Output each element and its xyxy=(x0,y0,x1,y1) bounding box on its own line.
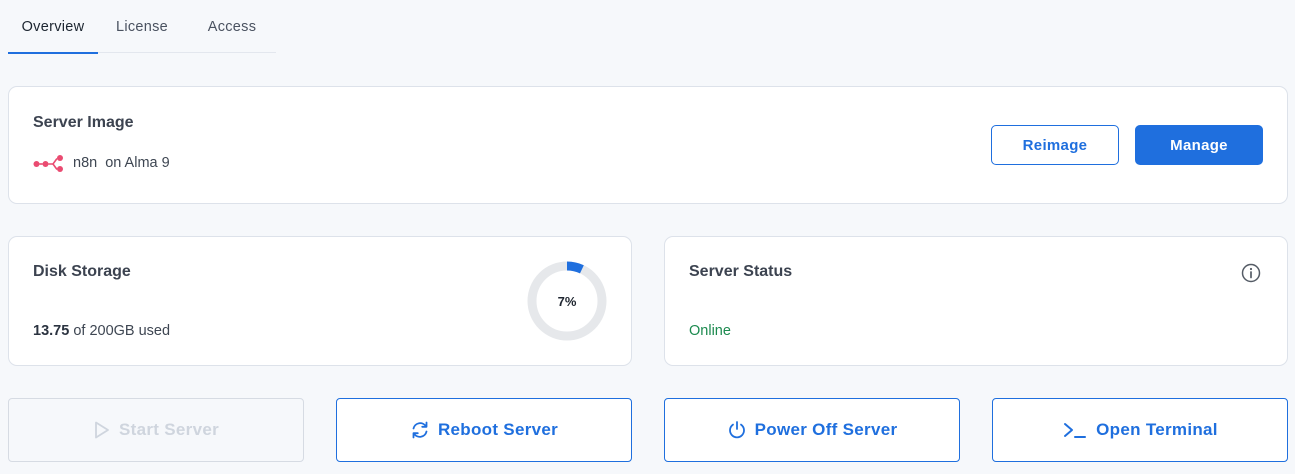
disk-usage-text: 13.75 of 200GB used xyxy=(33,323,170,339)
play-icon xyxy=(95,421,109,439)
disk-storage-title: Disk Storage xyxy=(33,263,131,280)
server-status-title: Server Status xyxy=(689,263,793,280)
power-off-server-label: Power Off Server xyxy=(754,420,898,439)
server-status-value: Online xyxy=(689,323,731,339)
tab-overview[interactable]: Overview xyxy=(8,0,98,54)
open-terminal-button[interactable]: Open Terminal xyxy=(992,398,1288,462)
reboot-server-label: Reboot Server xyxy=(437,420,559,439)
reboot-server-button[interactable]: Reboot Server xyxy=(336,398,632,462)
tab-access[interactable]: Access xyxy=(196,0,268,53)
server-image-title: Server Image xyxy=(33,114,134,131)
tab-license[interactable]: License xyxy=(106,0,178,53)
reimage-button[interactable]: Reimage xyxy=(991,125,1119,165)
info-icon[interactable] xyxy=(1241,263,1261,283)
server-image-card: Server Image n8n on Alma 9 Reimage Manag… xyxy=(8,86,1288,204)
disk-percent-label: 7% xyxy=(558,294,577,309)
power-off-server-button[interactable]: Power Off Server xyxy=(664,398,960,462)
disk-storage-card: Disk Storage 13.75 of 200GB used 7% xyxy=(8,236,632,366)
start-server-label: Start Server xyxy=(119,420,219,439)
open-terminal-label: Open Terminal xyxy=(1096,420,1218,439)
os-name: on Alma 9 xyxy=(105,155,170,171)
refresh-icon xyxy=(412,421,428,439)
disk-usage-donut: 7% xyxy=(527,261,607,341)
app-name: n8n xyxy=(73,155,98,171)
server-image-info: n8n on Alma 9 xyxy=(33,154,170,172)
tab-bar: Overview License Access xyxy=(8,0,276,54)
disk-used-suffix: of 200GB used xyxy=(73,323,171,339)
manage-button[interactable]: Manage xyxy=(1135,125,1263,165)
power-icon xyxy=(728,421,745,439)
n8n-logo-icon xyxy=(33,155,63,172)
terminal-icon xyxy=(1064,423,1087,438)
disk-used-value: 13.75 xyxy=(33,323,70,339)
server-status-card: Server Status Online xyxy=(664,236,1288,366)
start-server-button[interactable]: Start Server xyxy=(8,398,304,462)
